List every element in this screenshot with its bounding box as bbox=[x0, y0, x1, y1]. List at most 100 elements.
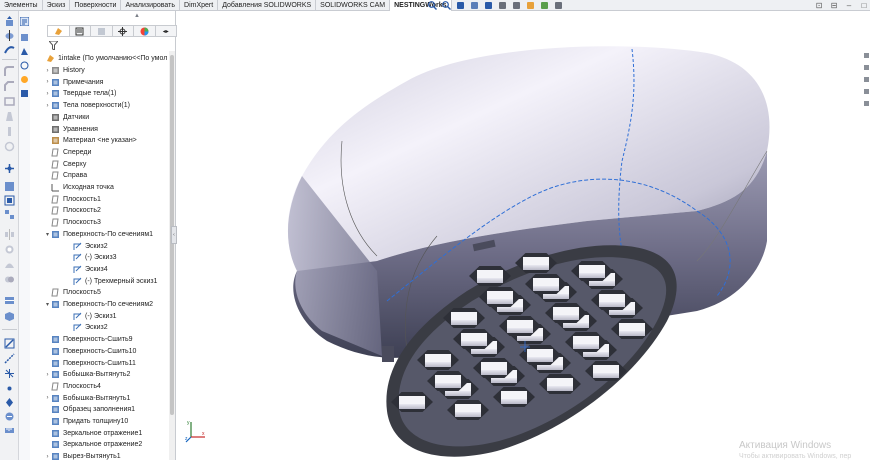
tree-item[interactable]: › Бобышка-Вытянуть1 bbox=[44, 393, 130, 404]
expand-arrow-icon[interactable]: › bbox=[44, 68, 51, 74]
tree-item[interactable]: Эскиз2 bbox=[66, 322, 108, 333]
relations-icon[interactable] bbox=[4, 411, 15, 422]
tree-item[interactable]: Датчики bbox=[44, 112, 89, 123]
tab-scroll-arrows[interactable]: ◂▸ bbox=[156, 26, 177, 36]
maximize-icon[interactable]: □ bbox=[860, 1, 868, 10]
tree-item[interactable]: Справа bbox=[44, 170, 87, 181]
tree-item[interactable]: Эскиз4 bbox=[66, 264, 108, 275]
tree-item[interactable]: › Твердые тела(1) bbox=[44, 88, 117, 99]
tree-item[interactable]: Поверхность-Сшить10 bbox=[44, 346, 136, 357]
tab-feature-manager[interactable] bbox=[48, 26, 70, 36]
tab-dimxpert-manager[interactable] bbox=[113, 26, 134, 36]
tree-item[interactable]: Исходная точка bbox=[44, 182, 114, 193]
zoom-to-fit-icon[interactable] bbox=[428, 1, 437, 10]
tree-item[interactable]: Поверхность-Сшить11 bbox=[44, 358, 136, 369]
tree-item[interactable]: Спереди bbox=[44, 147, 91, 158]
revolve-icon[interactable] bbox=[4, 30, 15, 41]
line-icon[interactable] bbox=[4, 353, 15, 364]
view-orientation-icon[interactable] bbox=[484, 1, 493, 10]
tree-item[interactable]: Материал <не указан> bbox=[44, 135, 137, 146]
expand-toolbar-icon[interactable]: ▲ bbox=[134, 13, 140, 19]
tree-item[interactable]: Плоскость3 bbox=[44, 217, 101, 228]
tree-item[interactable]: Зеркальное отражение1 bbox=[44, 428, 142, 439]
tree-item[interactable]: ▾ Поверхность-По сечениям1 bbox=[44, 229, 153, 240]
reference-geometry-icon[interactable] bbox=[4, 163, 15, 174]
tree-item[interactable]: ▾ Поверхность-По сечениям2 bbox=[44, 299, 153, 310]
graphics-area[interactable]: y x z Активация Windows Чтобы активирова… bbox=[177, 11, 870, 460]
sweep-icon[interactable] bbox=[4, 44, 15, 55]
appearance-icon[interactable] bbox=[526, 1, 535, 10]
zoom-area-icon[interactable] bbox=[442, 1, 451, 10]
property-manager-icon[interactable] bbox=[20, 33, 29, 42]
split-icon[interactable] bbox=[4, 295, 15, 306]
tree-item[interactable]: Придать толщину10 bbox=[44, 416, 128, 427]
minimize-icon[interactable]: – bbox=[845, 1, 853, 10]
tab-display-manager[interactable] bbox=[134, 26, 156, 36]
expand-arrow-icon[interactable]: › bbox=[44, 103, 51, 109]
tree-item[interactable]: › History bbox=[44, 65, 85, 76]
command-tab[interactable]: Элементы bbox=[0, 0, 43, 11]
tree-item[interactable]: Плоскость1 bbox=[44, 194, 101, 205]
expand-arrow-icon[interactable]: › bbox=[44, 454, 51, 460]
command-tab[interactable]: Эскиз bbox=[43, 0, 71, 11]
display-manager-icon[interactable] bbox=[20, 75, 29, 84]
section-view-icon[interactable] bbox=[470, 1, 479, 10]
tree-item[interactable]: (-) Эскиз1 bbox=[66, 311, 117, 322]
tree-item[interactable]: Поверхность-Сшить9 bbox=[44, 334, 133, 345]
filter-icon[interactable] bbox=[49, 41, 58, 50]
tree-item[interactable]: › Примечания bbox=[44, 77, 103, 88]
tab-property-manager[interactable] bbox=[70, 26, 91, 36]
command-tab[interactable]: Анализировать bbox=[121, 0, 181, 11]
task-pane-strip[interactable] bbox=[863, 51, 870, 141]
linear-pattern-icon[interactable] bbox=[4, 209, 15, 220]
expand-arrow-icon[interactable]: › bbox=[44, 372, 51, 378]
rib-icon[interactable] bbox=[4, 126, 15, 137]
shell-icon[interactable] bbox=[4, 96, 15, 107]
display-style-icon[interactable] bbox=[498, 1, 507, 10]
combine-icon[interactable] bbox=[4, 311, 15, 322]
tree-item[interactable]: › Вырез-Вытянуть1 bbox=[44, 451, 121, 460]
hole-wizard-icon[interactable] bbox=[4, 244, 15, 255]
expand-arrow-icon[interactable]: › bbox=[44, 395, 51, 401]
scene-icon[interactable] bbox=[540, 1, 549, 10]
dimxpert-manager-icon[interactable] bbox=[20, 61, 29, 70]
extrude-boss-icon[interactable] bbox=[4, 16, 15, 27]
tree-item[interactable]: Плоскость4 bbox=[44, 381, 101, 392]
tree-item[interactable]: Эскиз2 bbox=[66, 241, 108, 252]
command-tab[interactable]: DimXpert bbox=[180, 0, 219, 11]
measure-icon[interactable] bbox=[4, 425, 15, 436]
tree-item[interactable]: (-) Трехмерный эскиз1 bbox=[66, 276, 157, 287]
collapse-arrow-icon[interactable]: ▾ bbox=[44, 231, 51, 238]
tree-item[interactable]: › Бобышка-Вытянуть2 bbox=[44, 369, 130, 380]
sketch-icon[interactable] bbox=[4, 338, 15, 349]
fillet-icon[interactable] bbox=[4, 66, 15, 77]
hide-show-icon[interactable] bbox=[512, 1, 521, 10]
chamfer-icon[interactable] bbox=[4, 81, 15, 92]
display-settings-icon[interactable] bbox=[554, 1, 563, 10]
draft-icon[interactable] bbox=[4, 111, 15, 122]
tree-item[interactable]: Сверху bbox=[44, 159, 86, 170]
dome-icon[interactable] bbox=[4, 259, 15, 270]
config-manager-icon[interactable] bbox=[20, 47, 29, 56]
instant3d-icon[interactable] bbox=[4, 195, 15, 206]
command-tab[interactable]: Добавления SOLIDWORKS bbox=[218, 0, 317, 11]
restore-icon[interactable]: ⊟ bbox=[830, 1, 838, 10]
tree-item[interactable]: Уравнения bbox=[44, 124, 98, 135]
pin-icon[interactable]: ⊡ bbox=[815, 1, 823, 10]
tree-item[interactable]: Образец заполнения1 bbox=[44, 404, 135, 415]
point-icon[interactable] bbox=[4, 368, 15, 379]
expand-arrow-icon[interactable]: › bbox=[44, 91, 51, 97]
mirror-icon[interactable] bbox=[4, 229, 15, 240]
tree-item[interactable]: Зеркальное отражение2 bbox=[44, 439, 142, 450]
command-tab[interactable]: Поверхности bbox=[70, 0, 122, 11]
tree-item[interactable]: Плоскость5 bbox=[44, 287, 101, 298]
smart-dimension-icon[interactable] bbox=[4, 397, 15, 408]
tab-configuration-manager[interactable] bbox=[91, 26, 113, 36]
curves-icon[interactable] bbox=[4, 181, 15, 192]
intersect-icon[interactable] bbox=[4, 274, 15, 285]
feature-manager-icon[interactable] bbox=[20, 17, 29, 26]
tree-item[interactable]: Плоскость2 bbox=[44, 205, 101, 216]
tree-item[interactable]: (-) Эскиз3 bbox=[66, 252, 117, 263]
tree-item[interactable]: › Тела поверхности(1) bbox=[44, 100, 130, 111]
centerline-icon[interactable] bbox=[4, 383, 15, 394]
